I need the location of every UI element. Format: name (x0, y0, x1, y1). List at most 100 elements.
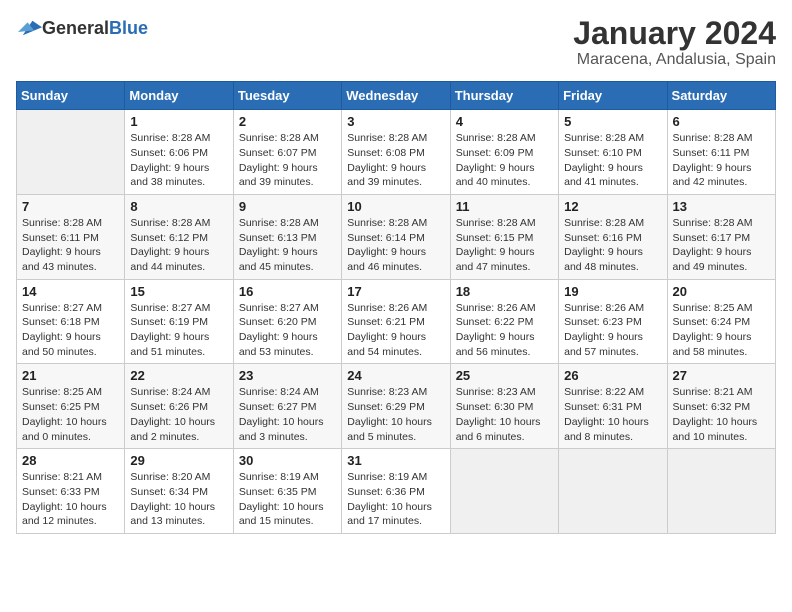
calendar-cell (450, 449, 558, 534)
day-info: Sunrise: 8:28 AMSunset: 6:11 PMDaylight:… (673, 131, 770, 190)
calendar-cell: 12 Sunrise: 8:28 AMSunset: 6:16 PMDayligh… (559, 194, 667, 279)
calendar-cell: 16 Sunrise: 8:27 AMSunset: 6:20 PMDayligh… (233, 279, 341, 364)
day-info: Sunrise: 8:28 AMSunset: 6:14 PMDaylight:… (347, 216, 444, 275)
day-number: 14 (22, 284, 119, 299)
title-block: January 2024 Maracena, Andalusia, Spain (573, 16, 776, 69)
calendar-cell: 11 Sunrise: 8:28 AMSunset: 6:15 PMDayligh… (450, 194, 558, 279)
calendar-cell: 23Sunrise: 8:24 AMSunset: 6:27 PMDayligh… (233, 364, 341, 449)
day-info: Sunrise: 8:19 AMSunset: 6:36 PMDaylight:… (347, 470, 444, 529)
calendar-week-1: 1Sunrise: 8:28 AMSunset: 6:06 PMDaylight… (17, 110, 776, 195)
calendar-header-friday: Friday (559, 82, 667, 110)
calendar-header-wednesday: Wednesday (342, 82, 450, 110)
calendar-cell (17, 110, 125, 195)
day-info: Sunrise: 8:28 AMSunset: 6:15 PMDaylight:… (456, 216, 553, 275)
location-subtitle: Maracena, Andalusia, Spain (573, 51, 776, 69)
calendar-cell: 17 Sunrise: 8:26 AMSunset: 6:21 PMDayligh… (342, 279, 450, 364)
calendar-table: SundayMondayTuesdayWednesdayThursdayFrid… (16, 81, 776, 534)
day-number: 10 (347, 199, 444, 214)
calendar-cell: 18 Sunrise: 8:26 AMSunset: 6:22 PMDayligh… (450, 279, 558, 364)
calendar-header-tuesday: Tuesday (233, 82, 341, 110)
calendar-cell: 8 Sunrise: 8:28 AMSunset: 6:12 PMDaylight… (125, 194, 233, 279)
day-info: Sunrise: 8:28 AMSunset: 6:06 PMDaylight:… (130, 131, 227, 190)
calendar-cell: 30Sunrise: 8:19 AMSunset: 6:35 PMDayligh… (233, 449, 341, 534)
calendar-cell: 13 Sunrise: 8:28 AMSunset: 6:17 PMDayligh… (667, 194, 775, 279)
calendar-week-3: 14Sunrise: 8:27 AMSunset: 6:18 PMDayligh… (17, 279, 776, 364)
logo-icon (18, 16, 42, 40)
day-info: Sunrise: 8:28 AMSunset: 6:16 PMDaylight:… (564, 216, 661, 275)
calendar-cell: 29Sunrise: 8:20 AMSunset: 6:34 PMDayligh… (125, 449, 233, 534)
calendar-cell: 7 Sunrise: 8:28 AMSunset: 6:11 PMDaylight… (17, 194, 125, 279)
calendar-header-saturday: Saturday (667, 82, 775, 110)
page-header: GeneralBlue January 2024 Maracena, Andal… (16, 16, 776, 69)
logo-text-blue: Blue (109, 18, 148, 38)
day-number: 16 (239, 284, 336, 299)
calendar-cell: 25Sunrise: 8:23 AMSunset: 6:30 PMDayligh… (450, 364, 558, 449)
month-year-title: January 2024 (573, 16, 776, 51)
calendar-cell: 27 Sunrise: 8:21 AMSunset: 6:32 PMDayligh… (667, 364, 775, 449)
calendar-week-4: 21 Sunrise: 8:25 AMSunset: 6:25 PMDayligh… (17, 364, 776, 449)
day-number: 9 (239, 199, 336, 214)
day-info: Sunrise: 8:27 AMSunset: 6:19 PMDaylight:… (130, 301, 227, 360)
day-info: Sunrise: 8:22 AMSunset: 6:31 PMDaylight:… (564, 385, 661, 444)
day-number: 28 (22, 453, 119, 468)
day-info: Sunrise: 8:26 AMSunset: 6:23 PMDaylight:… (564, 301, 661, 360)
day-number: 26 (564, 368, 661, 383)
day-number: 11 (456, 199, 553, 214)
calendar-header-monday: Monday (125, 82, 233, 110)
day-info: Sunrise: 8:25 AMSunset: 6:24 PMDaylight:… (673, 301, 770, 360)
day-number: 13 (673, 199, 770, 214)
calendar-cell: 5 Sunrise: 8:28 AMSunset: 6:10 PMDaylight… (559, 110, 667, 195)
day-info: Sunrise: 8:28 AMSunset: 6:12 PMDaylight:… (130, 216, 227, 275)
calendar-header-thursday: Thursday (450, 82, 558, 110)
calendar-header-sunday: Sunday (17, 82, 125, 110)
day-info: Sunrise: 8:28 AMSunset: 6:07 PMDaylight:… (239, 131, 336, 190)
day-info: Sunrise: 8:25 AMSunset: 6:25 PMDaylight:… (22, 385, 119, 444)
day-number: 12 (564, 199, 661, 214)
day-number: 4 (456, 114, 553, 129)
day-number: 6 (673, 114, 770, 129)
day-info: Sunrise: 8:19 AMSunset: 6:35 PMDaylight:… (239, 470, 336, 529)
calendar-cell: 28 Sunrise: 8:21 AMSunset: 6:33 PMDayligh… (17, 449, 125, 534)
day-number: 2 (239, 114, 336, 129)
day-info: Sunrise: 8:28 AMSunset: 6:08 PMDaylight:… (347, 131, 444, 190)
day-number: 19 (564, 284, 661, 299)
calendar-cell: 24 Sunrise: 8:23 AMSunset: 6:29 PMDayligh… (342, 364, 450, 449)
calendar-week-2: 7 Sunrise: 8:28 AMSunset: 6:11 PMDaylight… (17, 194, 776, 279)
calendar-cell: 14Sunrise: 8:27 AMSunset: 6:18 PMDayligh… (17, 279, 125, 364)
day-info: Sunrise: 8:28 AMSunset: 6:10 PMDaylight:… (564, 131, 661, 190)
day-info: Sunrise: 8:28 AMSunset: 6:13 PMDaylight:… (239, 216, 336, 275)
logo-text-general: General (42, 18, 109, 38)
day-info: Sunrise: 8:23 AMSunset: 6:30 PMDaylight:… (456, 385, 553, 444)
calendar-cell: 15 Sunrise: 8:27 AMSunset: 6:19 PMDayligh… (125, 279, 233, 364)
day-number: 27 (673, 368, 770, 383)
calendar-cell (667, 449, 775, 534)
day-info: Sunrise: 8:28 AMSunset: 6:11 PMDaylight:… (22, 216, 119, 275)
day-number: 24 (347, 368, 444, 383)
day-number: 18 (456, 284, 553, 299)
day-info: Sunrise: 8:28 AMSunset: 6:17 PMDaylight:… (673, 216, 770, 275)
calendar-header-row: SundayMondayTuesdayWednesdayThursdayFrid… (17, 82, 776, 110)
day-number: 15 (130, 284, 227, 299)
logo: GeneralBlue (16, 16, 148, 40)
day-number: 8 (130, 199, 227, 214)
day-number: 22 (130, 368, 227, 383)
day-number: 17 (347, 284, 444, 299)
day-info: Sunrise: 8:27 AMSunset: 6:20 PMDaylight:… (239, 301, 336, 360)
day-number: 20 (673, 284, 770, 299)
calendar-cell: 19 Sunrise: 8:26 AMSunset: 6:23 PMDayligh… (559, 279, 667, 364)
day-number: 5 (564, 114, 661, 129)
day-info: Sunrise: 8:21 AMSunset: 6:33 PMDaylight:… (22, 470, 119, 529)
calendar-cell: 9 Sunrise: 8:28 AMSunset: 6:13 PMDaylight… (233, 194, 341, 279)
day-info: Sunrise: 8:26 AMSunset: 6:22 PMDaylight:… (456, 301, 553, 360)
day-number: 7 (22, 199, 119, 214)
calendar-cell: 20 Sunrise: 8:25 AMSunset: 6:24 PMDayligh… (667, 279, 775, 364)
day-info: Sunrise: 8:24 AMSunset: 6:26 PMDaylight:… (130, 385, 227, 444)
day-info: Sunrise: 8:23 AMSunset: 6:29 PMDaylight:… (347, 385, 444, 444)
day-info: Sunrise: 8:21 AMSunset: 6:32 PMDaylight:… (673, 385, 770, 444)
day-number: 29 (130, 453, 227, 468)
calendar-cell: 10 Sunrise: 8:28 AMSunset: 6:14 PMDayligh… (342, 194, 450, 279)
day-info: Sunrise: 8:26 AMSunset: 6:21 PMDaylight:… (347, 301, 444, 360)
day-info: Sunrise: 8:28 AMSunset: 6:09 PMDaylight:… (456, 131, 553, 190)
day-number: 21 (22, 368, 119, 383)
calendar-week-5: 28 Sunrise: 8:21 AMSunset: 6:33 PMDayligh… (17, 449, 776, 534)
